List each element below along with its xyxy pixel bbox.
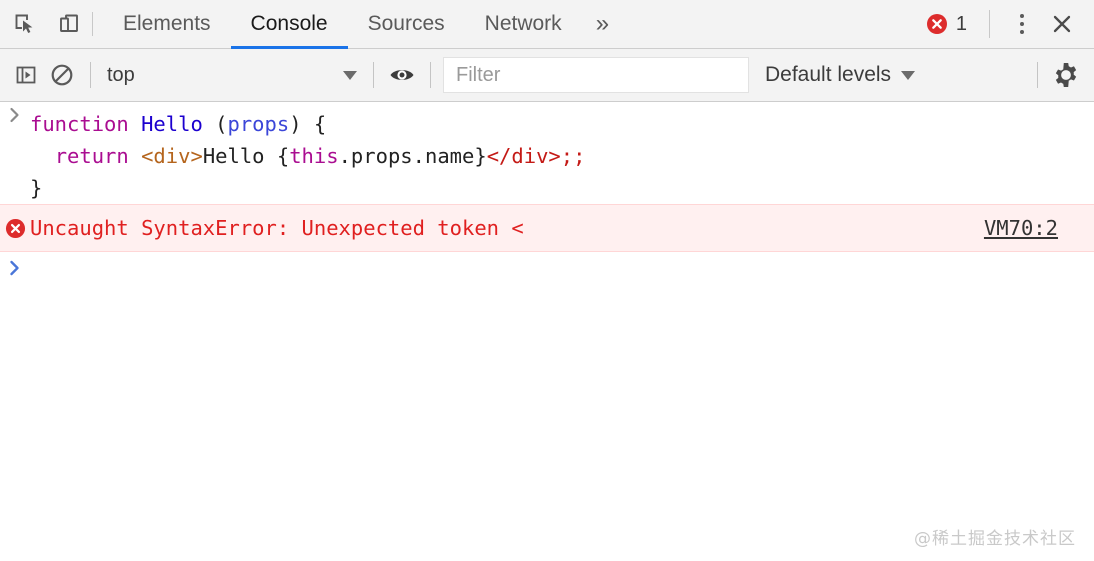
tab-network-label: Network [484,12,562,35]
kebab-dot [1020,14,1024,18]
code-token: } [30,176,43,200]
code-token: this [289,144,339,168]
close-icon [1053,15,1071,33]
chevron-right-icon [10,107,19,123]
filter-input[interactable] [454,62,738,88]
code-token: </div> [486,144,561,168]
prompt-caret-cell [0,258,30,278]
kebab-dot [1020,30,1024,34]
log-levels-selector[interactable]: Default levels [765,63,921,87]
chevron-down-icon [343,70,357,80]
device-toolbar-icon[interactable] [52,7,86,41]
console-prompt-row[interactable] [0,252,1094,292]
input-prompt-gutter [0,102,30,125]
code-token: } [474,144,487,168]
code-token: function [30,112,129,136]
log-levels-value: Default levels [765,63,892,86]
code-token: props [227,112,290,136]
error-circle-icon [926,14,947,34]
inspect-element-icon[interactable] [8,7,42,41]
error-count-value: 1 [955,12,967,35]
tab-console[interactable]: Console [230,0,348,49]
tabbar-divider [92,12,93,36]
toolbar-divider-2 [373,62,374,88]
code-token: return [54,144,129,168]
code-token: ;; [560,144,586,168]
toolbar-divider-4 [1037,62,1038,88]
tab-network[interactable]: Network [465,0,582,48]
devtools-left-icons [0,0,86,48]
error-circle-icon [5,218,25,238]
toolbar-divider-3 [430,62,431,88]
console-error-message[interactable]: Uncaught SyntaxError: Unexpected token <… [0,204,1094,252]
tab-elements-label: Elements [123,12,211,35]
error-icon-cell [0,218,30,239]
toolbar-divider-1 [90,62,91,88]
no-entry-glyph [51,64,73,86]
tab-elements[interactable]: Elements [103,0,231,48]
error-message-text: Uncaught SyntaxError: Unexpected token < [30,216,524,240]
devtools-tab-list: Elements Console Sources Network » [103,0,920,49]
more-options-icon[interactable] [1006,7,1038,41]
console-sidebar-toggle-icon[interactable] [8,57,44,93]
device-toolbar-glyph [60,14,78,32]
tab-sources[interactable]: Sources [348,0,465,48]
code-token: { [276,144,290,168]
code-token: ) { [289,112,327,136]
more-tabs-icon[interactable]: » [582,0,623,48]
close-devtools-icon[interactable] [1044,6,1080,42]
tab-console-label: Console [250,12,328,35]
clear-console-icon[interactable] [44,57,80,93]
execution-context-selector[interactable]: top [101,57,363,93]
sidebar-panel-glyph [16,66,36,84]
watermark-text: @稀土掘金技术社区 [914,529,1076,549]
live-expression-icon[interactable] [384,57,420,93]
error-source-link[interactable]: VM70:2 [984,216,1058,240]
gear-glyph [1055,63,1077,87]
chevron-down-icon [901,70,916,80]
tab-sources-label: Sources [367,12,445,35]
code-token: Hello [141,112,203,136]
eye-glyph [390,70,414,80]
input-code: function Hello (props) { return <div>Hel… [30,102,1094,204]
console-message-list: function Hello (props) { return <div>Hel… [0,102,1094,561]
execution-context-value: top [107,63,135,86]
right-controls-divider [989,10,990,38]
code-token: ( [202,112,228,136]
console-prompt-input[interactable] [30,258,1094,284]
console-settings-icon[interactable] [1048,57,1084,93]
more-tabs-label: » [595,10,610,37]
chevron-right-icon [10,260,19,276]
code-token: Hello [202,144,277,168]
code-token: <div> [141,144,203,168]
code-token: .props.name [338,144,475,168]
devtools-tabbar: Elements Console Sources Network » 1 [0,0,1094,49]
console-filter-box[interactable] [443,57,749,93]
kebab-dot [1020,22,1024,26]
console-input-message[interactable]: function Hello (props) { return <div>Hel… [0,102,1094,204]
error-count-badge[interactable]: 1 [920,13,973,36]
console-toolbar: top Default levels [0,49,1094,102]
devtools-right-controls: 1 [920,0,1094,48]
inspect-element-glyph [15,14,33,33]
